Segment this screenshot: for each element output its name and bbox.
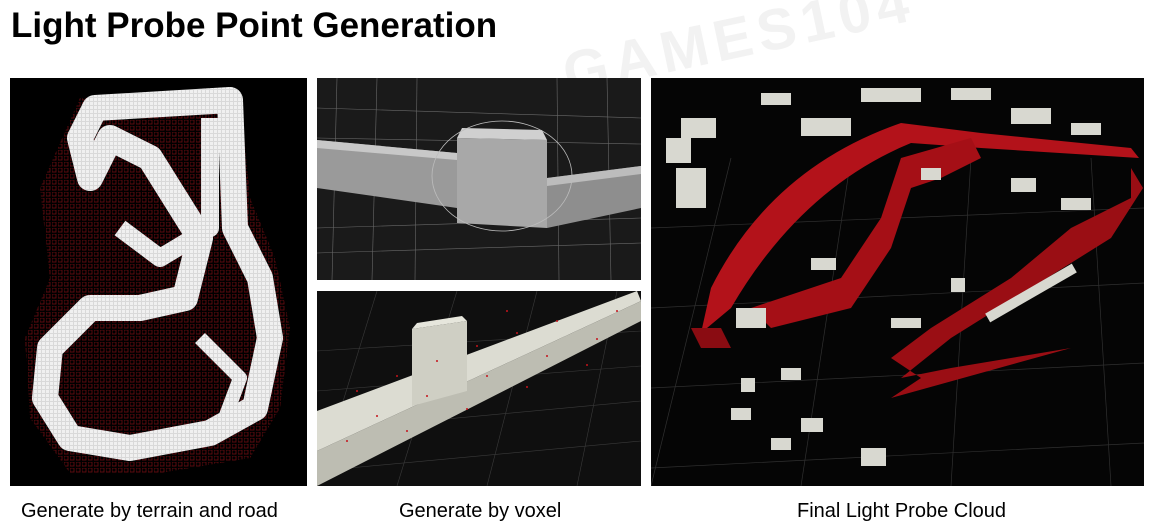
caption-final-cloud: Final Light Probe Cloud xyxy=(797,500,1007,522)
caption-terrain-road: Generate by terrain and road xyxy=(21,500,278,522)
voxel-probe-points-image xyxy=(317,291,641,486)
terrain-road-probe-image xyxy=(10,78,307,486)
caption-voxel: Generate by voxel xyxy=(399,500,562,522)
final-probe-cloud-image xyxy=(651,78,1144,486)
slide-title: Light Probe Point Generation xyxy=(11,6,498,45)
voxel-wireframe-image xyxy=(317,78,641,280)
